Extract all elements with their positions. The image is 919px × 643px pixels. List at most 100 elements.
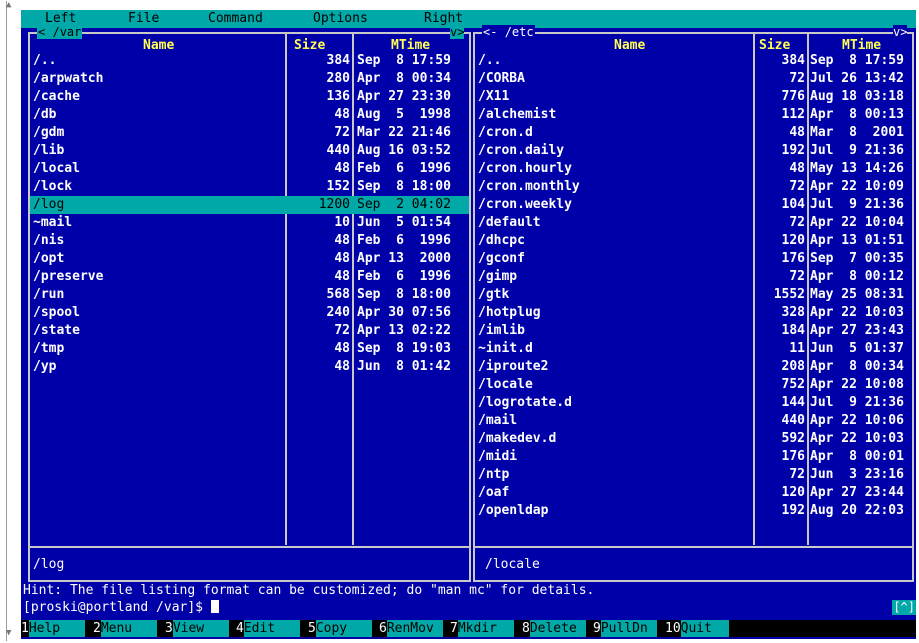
file-row[interactable]: /logrotate.d 144 Jul 9 21:36 — [475, 394, 912, 412]
fkey-quit-button[interactable]: Quit — [680, 620, 729, 637]
file-row[interactable]: /makedev.d 592 Apr 22 10:03 — [475, 430, 912, 448]
left-col-header-size[interactable]: Size — [294, 38, 325, 53]
file-row[interactable]: /oaf 120 Apr 27 23:44 — [475, 484, 912, 502]
fkey-pulldn-button[interactable]: PullDn — [600, 620, 657, 637]
file-row[interactable]: /midi 176 Apr 8 00:01 — [475, 448, 912, 466]
file-name: /lock — [33, 179, 73, 194]
right-col-header-mtime[interactable]: MTime — [842, 38, 881, 53]
file-row[interactable]: /cron.monthly 72 Apr 22 10:09 — [475, 178, 912, 196]
file-mtime: Apr 8 00:12 — [810, 269, 904, 284]
file-mtime: Jun 5 01:37 — [810, 341, 904, 356]
file-row[interactable]: /openldap 192 Aug 20 22:03 — [475, 502, 912, 520]
file-row[interactable]: ~init.d 11 Jun 5 01:37 — [475, 340, 912, 358]
file-mtime: May 25 08:31 — [810, 287, 904, 302]
file-row[interactable]: /imlib 184 Apr 27 23:43 — [475, 322, 912, 340]
right-col-header-size[interactable]: Size — [759, 38, 790, 53]
right-panel-left-arrow[interactable]: <- — [483, 25, 497, 39]
file-name: /db — [33, 107, 57, 122]
file-row[interactable]: /hotplug 328 Apr 22 10:03 — [475, 304, 912, 322]
file-size: 48 — [789, 125, 805, 140]
file-row[interactable]: /.. 384 Sep 8 17:59 — [30, 52, 469, 70]
file-row[interactable]: /default 72 Apr 22 10:04 — [475, 214, 912, 232]
file-row[interactable]: /gconf 176 Sep 7 00:35 — [475, 250, 912, 268]
right-panel[interactable]: <- /etc v> Name Size MTime /.. 384 Sep 8 1… — [473, 25, 916, 584]
file-row[interactable]: /spool 240 Apr 30 07:56 — [30, 304, 469, 322]
right-col-header-name[interactable]: Name — [614, 38, 645, 53]
file-row[interactable]: /cache 136 Apr 27 23:30 — [30, 88, 469, 106]
file-row[interactable]: /gimp 72 Apr 8 00:12 — [475, 268, 912, 286]
left-panel[interactable]: < /var v> Name Size MTime /.. 384 Sep 8 17… — [21, 25, 473, 584]
file-name: /gdm — [33, 125, 65, 140]
resize-arrow-up-icon: ▲ — [6, 0, 12, 10]
file-row[interactable]: /cron.daily 192 Jul 9 21:36 — [475, 142, 912, 160]
fkey-2-number: 2 — [93, 621, 101, 636]
file-row[interactable]: /locale 752 Apr 22 10:08 — [475, 376, 912, 394]
file-row[interactable]: /tmp 48 Sep 8 19:03 — [30, 340, 469, 358]
menu-file[interactable]: File — [128, 10, 159, 28]
file-row[interactable]: /gtk 1552 May 25 08:31 — [475, 286, 912, 304]
file-mtime: Sep 2 04:02 — [357, 197, 451, 212]
file-row[interactable]: /ntp 72 Jun 3 23:16 — [475, 466, 912, 484]
fkey-mkdir-button[interactable]: Mkdir — [457, 620, 514, 637]
file-row[interactable]: ~mail 10 Jun 5 01:54 — [30, 214, 469, 232]
menu-bar: Left File Command Options Right — [21, 10, 916, 28]
file-row[interactable]: /mail 440 Apr 22 10:06 — [475, 412, 912, 430]
file-name: ~mail — [33, 215, 73, 230]
file-row[interactable]: /iproute2 208 Apr 8 00:34 — [475, 358, 912, 376]
file-size: 48 — [334, 251, 350, 266]
file-row[interactable]: /cron.d 48 Mar 8 2001 — [475, 124, 912, 142]
file-row[interactable]: /dhcpc 120 Apr 13 01:51 — [475, 232, 912, 250]
file-row[interactable]: /lib 440 Aug 16 03:52 — [30, 142, 469, 160]
file-row[interactable]: /preserve 48 Feb 6 1996 — [30, 268, 469, 286]
file-row[interactable]: /yp 48 Jun 8 01:42 — [30, 358, 469, 376]
file-row[interactable]: /CORBA 72 Jul 26 13:42 — [475, 70, 912, 88]
file-mtime: Apr 8 00:13 — [810, 107, 904, 122]
file-mtime: Sep 8 18:00 — [357, 179, 451, 194]
file-row[interactable]: /arpwatch 280 Apr 8 00:34 — [30, 70, 469, 88]
left-panel-left-arrow[interactable]: < — [38, 25, 45, 39]
file-row[interactable]: /.. 384 Sep 8 17:59 — [475, 52, 912, 70]
file-row[interactable]: /gdm 72 Mar 22 21:46 — [30, 124, 469, 142]
file-size: 120 — [781, 485, 805, 500]
menu-options[interactable]: Options — [313, 10, 368, 28]
left-panel-path[interactable]: < /var — [37, 25, 83, 39]
file-row[interactable]: /state 72 Apr 13 02:22 — [30, 322, 469, 340]
file-row[interactable]: /opt 48 Apr 13 2000 — [30, 250, 469, 268]
shell-prompt[interactable]: [proski@portland /var]$ — [23, 600, 219, 616]
file-row[interactable]: /nis 48 Feb 6 1996 — [30, 232, 469, 250]
fkey-view-button[interactable]: View — [172, 620, 229, 637]
fkey-renmov-button[interactable]: RenMov — [386, 620, 443, 637]
fkey-edit-button[interactable]: Edit — [243, 620, 300, 637]
file-name: /gconf — [478, 251, 525, 266]
menu-command[interactable]: Command — [208, 10, 263, 28]
right-panel-path[interactable]: <- /etc — [482, 25, 535, 39]
file-mtime: Jul 9 21:36 — [810, 395, 904, 410]
fkey-help-button[interactable]: Help — [28, 620, 85, 637]
file-mtime: Sep 8 19:03 — [357, 341, 451, 356]
left-col-header-mtime[interactable]: MTime — [391, 38, 430, 53]
file-name: /lib — [33, 143, 65, 158]
file-size: 72 — [789, 179, 805, 194]
file-row[interactable]: /log 1200 Sep 2 04:02 — [30, 196, 469, 214]
fkey-menu-button[interactable]: Menu — [100, 620, 157, 637]
file-size: 384 — [781, 53, 805, 68]
file-row[interactable]: /db 48 Aug 5 1998 — [30, 106, 469, 124]
file-row[interactable]: /lock 152 Sep 8 18:00 — [30, 178, 469, 196]
fkey-delete-button[interactable]: Delete — [529, 620, 586, 637]
file-row[interactable]: /X11 776 Aug 18 03:18 — [475, 88, 912, 106]
left-panel-history-button[interactable]: v> — [450, 25, 465, 39]
subshell-indicator[interactable]: [^] — [892, 600, 916, 615]
file-row[interactable]: /run 568 Sep 8 18:00 — [30, 286, 469, 304]
file-size: 72 — [334, 125, 350, 140]
file-mtime: Apr 22 10:03 — [810, 431, 904, 446]
file-row[interactable]: /local 48 Feb 6 1996 — [30, 160, 469, 178]
right-panel-history-button[interactable]: v> — [893, 25, 908, 39]
file-mtime: Feb 6 1996 — [357, 161, 451, 176]
left-col-header-name[interactable]: Name — [143, 38, 174, 53]
file-size: 104 — [781, 197, 805, 212]
right-panel-minibuffer: /locale — [485, 557, 540, 572]
file-row[interactable]: /cron.weekly 104 Jul 9 21:36 — [475, 196, 912, 214]
fkey-copy-button[interactable]: Copy — [315, 620, 372, 637]
file-row[interactable]: /alchemist 112 Apr 8 00:13 — [475, 106, 912, 124]
file-row[interactable]: /cron.hourly 48 May 13 14:26 — [475, 160, 912, 178]
